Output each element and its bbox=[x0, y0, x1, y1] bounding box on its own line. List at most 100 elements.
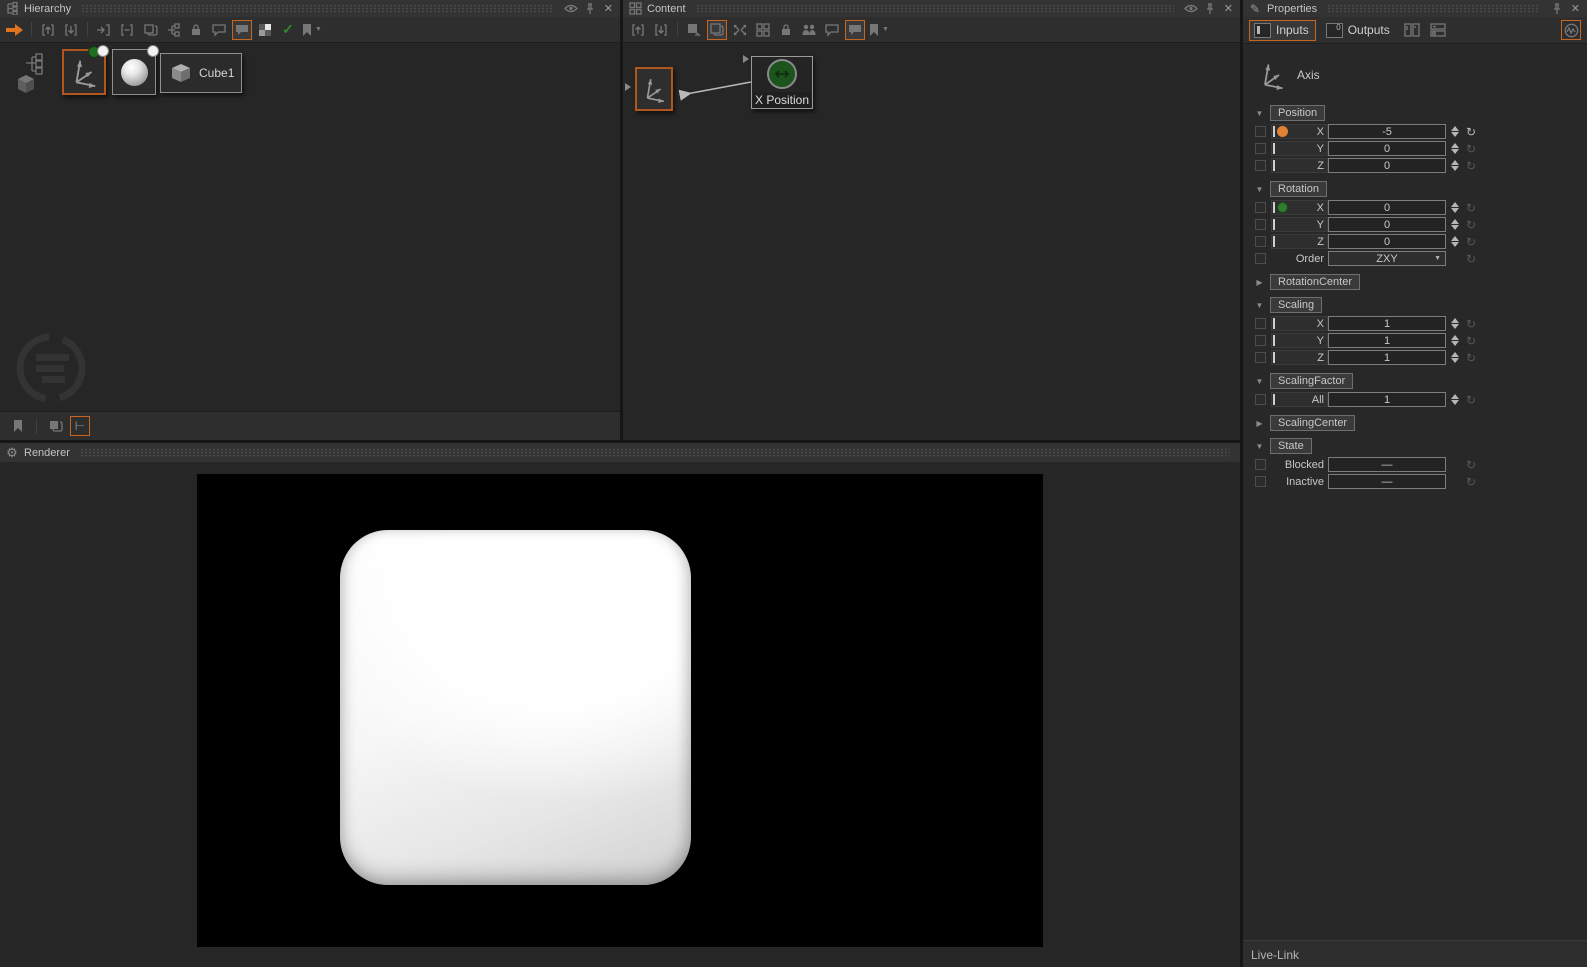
pin-indicator[interactable] bbox=[1273, 160, 1275, 171]
spinner-control[interactable] bbox=[1451, 160, 1459, 171]
tab-inputs[interactable]: Inputs bbox=[1249, 19, 1316, 41]
position-y-input[interactable] bbox=[1328, 141, 1446, 156]
content-axis-node[interactable] bbox=[635, 67, 673, 111]
rotation-z-input[interactable] bbox=[1328, 234, 1446, 249]
row-checkbox[interactable] bbox=[1255, 335, 1266, 346]
tab-outputs[interactable]: 0 Outputs bbox=[1322, 21, 1396, 40]
row-checkbox[interactable] bbox=[1255, 160, 1266, 171]
collapse-toggle-icon[interactable]: ▶ bbox=[1255, 419, 1264, 428]
titlebar-texture[interactable] bbox=[81, 4, 554, 13]
reset-icon[interactable]: ↻ bbox=[1466, 459, 1476, 471]
spinner-control[interactable] bbox=[1451, 202, 1459, 213]
spinner-control[interactable] bbox=[1451, 126, 1459, 137]
import-up-icon[interactable] bbox=[38, 20, 58, 40]
bookmark-icon[interactable]: ▼ bbox=[868, 20, 889, 40]
lock-icon[interactable] bbox=[186, 20, 206, 40]
current-node-arrow-icon[interactable] bbox=[5, 20, 25, 40]
collapse-toggle-icon[interactable]: ▼ bbox=[1255, 377, 1264, 386]
animation-curve-icon[interactable] bbox=[1561, 20, 1581, 40]
pin-icon[interactable] bbox=[583, 2, 597, 16]
import-down-icon[interactable] bbox=[61, 20, 81, 40]
titlebar-texture[interactable] bbox=[695, 4, 1174, 13]
layers-icon[interactable] bbox=[707, 19, 727, 40]
spinner-control[interactable] bbox=[1451, 143, 1459, 154]
close-icon[interactable]: ✕ bbox=[602, 2, 615, 15]
row-checkbox[interactable] bbox=[1255, 318, 1266, 329]
row-checkbox[interactable] bbox=[1255, 202, 1266, 213]
section-rotation-button[interactable]: Rotation bbox=[1270, 181, 1327, 197]
pin-indicator[interactable] bbox=[1273, 335, 1275, 346]
eye-icon[interactable] bbox=[1183, 2, 1198, 16]
pin-icon[interactable] bbox=[1203, 2, 1217, 16]
section-rotationcenter-button[interactable]: RotationCenter bbox=[1270, 274, 1360, 290]
row-checkbox[interactable] bbox=[1255, 459, 1266, 470]
section-scalingcenter-button[interactable]: ScalingCenter bbox=[1270, 415, 1356, 431]
scene-root-icon[interactable] bbox=[14, 53, 54, 102]
row-checkbox[interactable] bbox=[1255, 394, 1266, 405]
position-x-input[interactable] bbox=[1328, 124, 1446, 139]
collapse-toggle-icon[interactable]: ▶ bbox=[1255, 278, 1264, 287]
reset-icon[interactable]: ↻ bbox=[1466, 352, 1476, 364]
scaling-z-input[interactable] bbox=[1328, 350, 1446, 365]
section-scaling-button[interactable]: Scaling bbox=[1270, 297, 1323, 313]
hierarchy-canvas[interactable]: Cube1 bbox=[0, 43, 620, 412]
reset-icon[interactable]: ↻ bbox=[1466, 318, 1476, 330]
collapse-toggle-icon[interactable]: ▼ bbox=[1255, 109, 1264, 118]
reset-icon[interactable]: ↻ bbox=[1466, 219, 1476, 231]
row-checkbox[interactable] bbox=[1255, 253, 1266, 264]
bookmark-icon[interactable]: ▼ bbox=[301, 20, 322, 40]
rotation-y-input[interactable] bbox=[1328, 217, 1446, 232]
reset-icon[interactable]: ↻ bbox=[1466, 394, 1476, 406]
row-checkbox[interactable] bbox=[1255, 219, 1266, 230]
titlebar-texture[interactable] bbox=[79, 448, 1230, 457]
row-checkbox[interactable] bbox=[1255, 143, 1266, 154]
jump-into-icon[interactable] bbox=[94, 20, 114, 40]
expand-collapse-icon[interactable] bbox=[730, 20, 750, 40]
hierarchy-cube-node[interactable]: Cube1 bbox=[160, 53, 242, 93]
bookmark-dropdown-caret[interactable]: ▼ bbox=[315, 26, 322, 33]
layers-icon[interactable] bbox=[45, 416, 65, 436]
validate-check-icon[interactable]: ✓ bbox=[278, 20, 298, 40]
reset-icon[interactable]: ↻ bbox=[1466, 202, 1476, 214]
pin-indicator[interactable] bbox=[1273, 394, 1275, 405]
content-canvas[interactable]: X Position bbox=[623, 43, 1240, 440]
pin-indicator[interactable] bbox=[1273, 352, 1275, 363]
pin-indicator[interactable] bbox=[1273, 143, 1275, 154]
turnstile-toggle-icon[interactable]: ⊢ bbox=[70, 416, 90, 436]
close-icon[interactable]: ✕ bbox=[1222, 2, 1235, 15]
pin-indicator[interactable] bbox=[1273, 202, 1275, 213]
state-inactive-value[interactable]: — bbox=[1328, 474, 1446, 489]
subtree-icon[interactable] bbox=[163, 20, 183, 40]
xposition-node[interactable]: X Position bbox=[751, 56, 813, 109]
spinner-control[interactable] bbox=[1451, 219, 1459, 230]
reset-icon[interactable]: ↻ bbox=[1466, 143, 1476, 155]
spinner-control[interactable] bbox=[1451, 318, 1459, 329]
duplicate-icon[interactable] bbox=[140, 20, 160, 40]
split-view-icon[interactable] bbox=[1402, 20, 1422, 40]
spinner-control[interactable] bbox=[1451, 236, 1459, 247]
reset-icon[interactable]: ↻ bbox=[1466, 335, 1476, 347]
pin-indicator[interactable] bbox=[1273, 236, 1275, 247]
scalingfactor-all-input[interactable] bbox=[1328, 392, 1446, 407]
scaling-y-input[interactable] bbox=[1328, 333, 1446, 348]
row-checkbox[interactable] bbox=[1255, 476, 1266, 487]
spinner-control[interactable] bbox=[1451, 394, 1459, 405]
rotation-order-select[interactable]: ZXY ▼ bbox=[1328, 251, 1446, 266]
row-checkbox[interactable] bbox=[1255, 352, 1266, 363]
row-checkbox[interactable] bbox=[1255, 126, 1266, 137]
comment-filled-icon[interactable] bbox=[845, 19, 865, 40]
import-down-icon[interactable] bbox=[651, 20, 671, 40]
comment-icon[interactable] bbox=[209, 20, 229, 40]
import-up-icon[interactable] bbox=[628, 20, 648, 40]
reset-icon[interactable]: ↻ bbox=[1466, 253, 1476, 265]
rotation-x-input[interactable] bbox=[1328, 200, 1446, 215]
spinner-control[interactable] bbox=[1451, 352, 1459, 363]
reset-icon[interactable]: ↻ bbox=[1466, 126, 1476, 138]
bookmark-dropdown-caret[interactable]: ▼ bbox=[882, 26, 889, 33]
bookmark-icon[interactable] bbox=[8, 416, 28, 436]
eye-icon[interactable] bbox=[563, 2, 578, 16]
collapse-toggle-icon[interactable]: ▼ bbox=[1255, 301, 1264, 310]
collapse-toggle-icon[interactable]: ▼ bbox=[1255, 442, 1264, 451]
reset-icon[interactable]: ↻ bbox=[1466, 160, 1476, 172]
section-state-button[interactable]: State bbox=[1270, 438, 1312, 454]
